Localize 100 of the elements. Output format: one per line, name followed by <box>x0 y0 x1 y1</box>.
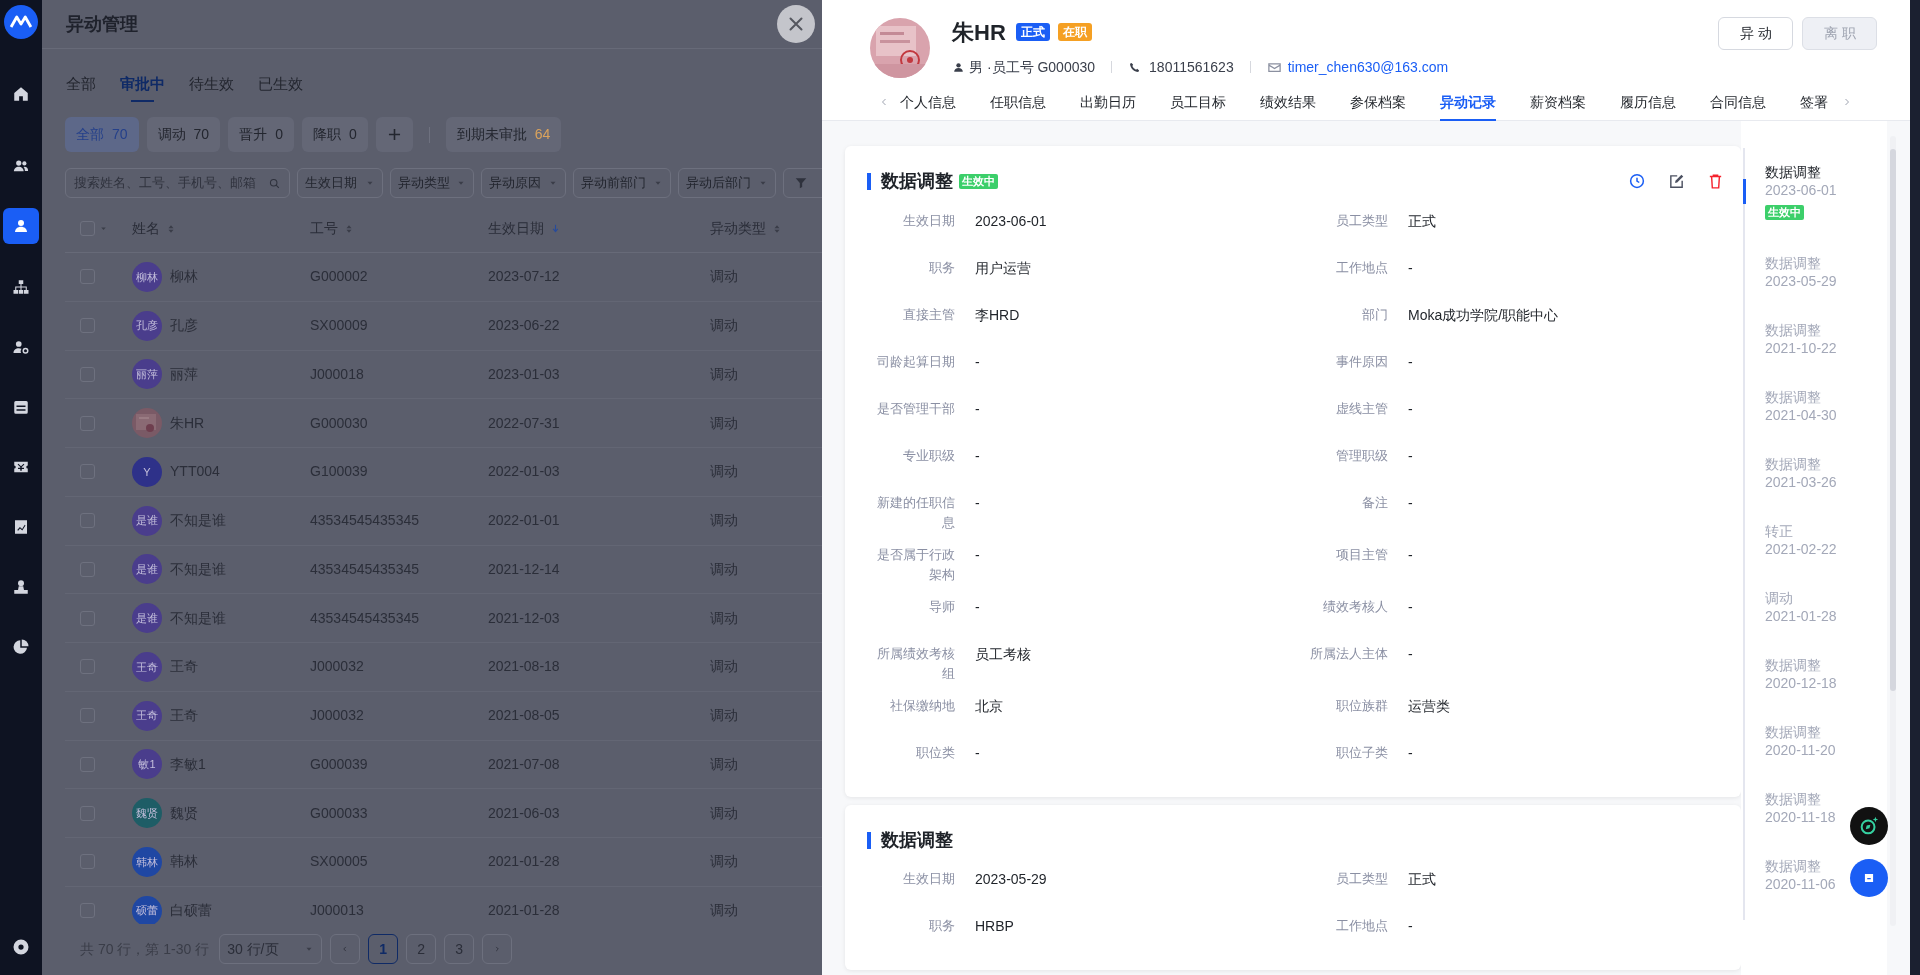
filter-dropdown[interactable]: 异动类型 <box>390 168 474 198</box>
filter-chip[interactable]: 调动 70 <box>146 117 221 152</box>
tab[interactable]: 出勤日历 <box>1080 82 1136 121</box>
avatar: 韩林 <box>132 846 162 877</box>
field-value: - <box>1408 259 1413 278</box>
field-value: - <box>1408 598 1413 617</box>
field-label: 职务 <box>928 917 955 935</box>
field-value: - <box>1408 917 1413 936</box>
field-label: 生效日期 <box>902 870 955 888</box>
page-title: 异动管理 <box>66 12 138 36</box>
field-label: 部门 <box>1361 306 1388 324</box>
field-label: 所属法人主体 <box>1309 645 1388 663</box>
field-value: 员工考核 <box>975 645 1031 664</box>
field-value: - <box>975 598 980 617</box>
tab[interactable]: 已生效 <box>258 66 303 102</box>
employee-name: 朱HR <box>952 18 1006 47</box>
field-value: 用户运营 <box>975 259 1031 278</box>
field-value: - <box>975 546 980 565</box>
filter-chip[interactable]: 降职 0 <box>301 117 368 152</box>
field-value: - <box>1408 447 1413 466</box>
tab[interactable]: 合同信息 <box>1710 82 1766 121</box>
field-label: 所属绩效考核组 <box>876 645 955 683</box>
field-value: 正式 <box>1408 212 1436 231</box>
field-label: 工作地点 <box>1335 259 1388 277</box>
field-value: - <box>975 494 980 513</box>
tab[interactable]: 薪资档案 <box>1530 82 1586 121</box>
timeline-item[interactable]: 数据调整 2020-11-20 <box>1745 723 1836 759</box>
field-value: - <box>1408 353 1413 372</box>
timeline-item[interactable]: 调动 2021-01-28 <box>1745 589 1837 625</box>
timeline-item[interactable]: 数据调整 2023-05-29 <box>1745 254 1837 290</box>
tab[interactable]: 审批中 <box>120 66 165 102</box>
employee-info: 男 ·员工号 G000030 <box>969 57 1096 77</box>
avatar: 魏贤 <box>132 798 162 829</box>
field-value: Moka成功学院/职能中心 <box>1408 306 1559 325</box>
field-value: - <box>1408 494 1413 513</box>
tab[interactable]: 个人信息 <box>900 82 956 121</box>
timeline-item[interactable]: 数据调整 2021-03-26 <box>1745 455 1837 491</box>
status-badge: 生效中 <box>959 173 998 189</box>
field-label: 项目主管 <box>1335 546 1388 564</box>
section-title: 数据调整 <box>881 169 953 193</box>
avatar: 是谁 <box>132 554 162 585</box>
tab[interactable]: 签署 <box>1800 82 1828 121</box>
tab[interactable]: 履历信息 <box>1620 82 1676 121</box>
field-label: 司龄起算日期 <box>876 353 955 371</box>
avatar: 孔彦 <box>132 310 162 341</box>
filter-dropdown[interactable]: 异动原因 <box>481 168 566 198</box>
field-value: - <box>975 400 980 419</box>
field-value: - <box>975 353 980 372</box>
tab[interactable]: 任职信息 <box>990 82 1046 121</box>
field-label: 员工类型 <box>1335 212 1388 230</box>
field-label: 事件原因 <box>1335 353 1388 371</box>
avatar: 王奇 <box>132 651 162 682</box>
avatar: 丽萍 <box>132 359 162 390</box>
avatar: 敏1 <box>132 749 162 780</box>
timeline-item[interactable]: 数据调整 2020-11-18 <box>1745 790 1836 826</box>
timeline-item[interactable]: 数据调整 2021-04-30 <box>1745 388 1837 424</box>
field-label: 直接主管 <box>902 306 955 324</box>
field-label: 是否管理干部 <box>876 400 955 418</box>
tab[interactable]: 全部 <box>66 66 96 102</box>
action-button[interactable]: 异动 <box>1718 17 1793 50</box>
field-label: 备注 <box>1361 494 1388 512</box>
filter-dropdown[interactable]: 生效日期 <box>297 168 383 198</box>
field-value: 北京 <box>975 697 1003 716</box>
field-label: 员工类型 <box>1335 870 1388 888</box>
field-label: 管理职级 <box>1335 447 1388 465</box>
tab[interactable]: 员工目标 <box>1170 82 1226 121</box>
page-button[interactable]: 1 <box>368 934 399 964</box>
email-link[interactable]: timer_chen630@163.com <box>1287 56 1449 78</box>
field-label: 职位子类 <box>1335 744 1388 762</box>
timeline-item[interactable]: 数据调整 2021-10-22 <box>1745 321 1837 357</box>
field-value: 李HRD <box>975 306 1020 325</box>
field-label: 职务 <box>928 259 955 277</box>
avatar: Y <box>132 456 162 487</box>
timeline-item[interactable]: 数据调整 2020-11-06 <box>1745 857 1836 893</box>
field-label: 是否属于行政架构 <box>876 546 955 584</box>
field-label: 虚线主管 <box>1335 400 1388 418</box>
field-value: - <box>975 744 980 763</box>
filter-chip[interactable]: 到期未审批 64 <box>445 117 562 152</box>
tab[interactable]: 绩效结果 <box>1260 82 1316 121</box>
field-value: 2023-05-29 <box>975 870 1047 889</box>
timeline-item[interactable]: 数据调整 2020-12-18 <box>1745 656 1837 692</box>
timeline-item[interactable]: 转正 2021-02-22 <box>1745 522 1837 558</box>
field-value: - <box>1408 400 1413 419</box>
field-label: 职位类 <box>915 744 955 762</box>
field-label: 生效日期 <box>902 212 955 230</box>
tab[interactable]: 待生效 <box>189 66 234 102</box>
timeline-item[interactable]: 数据调整 2023-06-01 生效中 <box>1745 163 1837 223</box>
field-label: 专业职级 <box>902 447 955 465</box>
field-value: 运营类 <box>1408 697 1450 716</box>
field-label: 新建的任职信息 <box>876 494 955 532</box>
field-label: 导师 <box>928 598 955 616</box>
field-value: - <box>975 447 980 466</box>
field-value: HRBP <box>975 917 1014 936</box>
avatar: 硕蕾 <box>132 895 162 924</box>
tab[interactable]: 参保档案 <box>1350 82 1406 121</box>
field-label: 工作地点 <box>1335 917 1388 935</box>
field-value: - <box>1408 744 1413 763</box>
filter-chip[interactable]: 晋升 0 <box>228 117 294 152</box>
phone-number: 18011561623 <box>1149 57 1234 77</box>
avatar: 是谁 <box>132 505 162 536</box>
